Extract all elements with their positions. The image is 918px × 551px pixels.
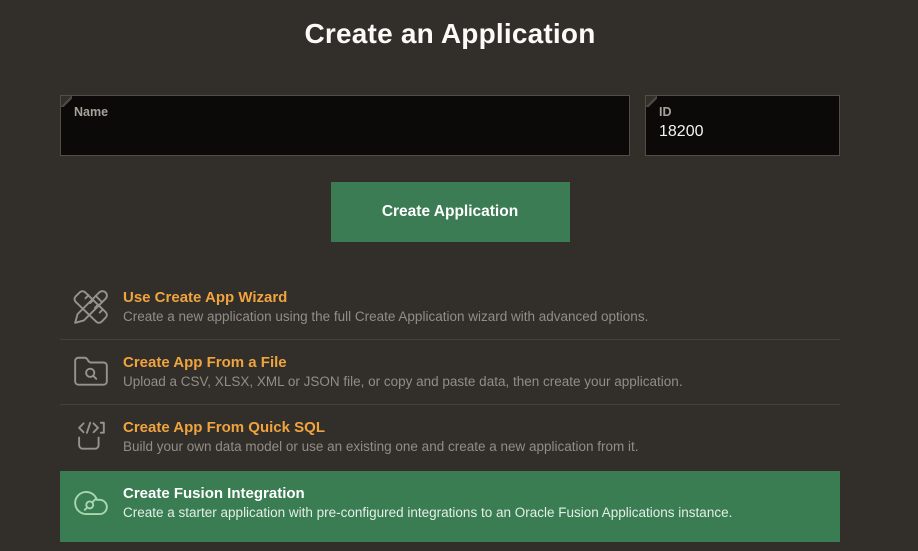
option-description: Upload a CSV, XLSX, XML or JSON file, or…	[123, 374, 683, 390]
option-create-app-from-file[interactable]: Create App From a File Upload a CSV, XLS…	[60, 339, 840, 404]
id-field[interactable]: ID	[645, 95, 840, 156]
field-corner-notch	[646, 96, 657, 107]
field-corner-notch	[61, 96, 72, 107]
option-text: Use Create App Wizard Create a new appli…	[123, 289, 648, 325]
create-application-dialog: Create an Application Name ID Create App…	[60, 16, 840, 542]
option-description: Build your own data model or use an exis…	[123, 439, 639, 455]
name-input[interactable]	[61, 120, 629, 141]
create-options-list: Use Create App Wizard Create a new appli…	[60, 275, 840, 542]
id-field-label: ID	[646, 96, 839, 120]
option-description: Create a starter application with pre-co…	[123, 505, 732, 521]
option-text: Create App From a File Upload a CSV, XLS…	[123, 354, 683, 390]
create-application-button[interactable]: Create Application	[331, 182, 570, 242]
code-brackets-icon	[72, 418, 110, 456]
form-fields-row: Name ID	[60, 95, 840, 156]
pencil-ruler-icon	[72, 288, 110, 326]
name-field-label: Name	[61, 96, 629, 120]
option-title: Create App From Quick SQL	[123, 419, 639, 436]
option-text: Create App From Quick SQL Build your own…	[123, 419, 639, 455]
page-title: Create an Application	[60, 16, 840, 52]
option-title: Use Create App Wizard	[123, 289, 648, 306]
option-create-app-from-quick-sql[interactable]: Create App From Quick SQL Build your own…	[60, 404, 840, 469]
folder-search-icon	[72, 353, 110, 391]
option-text: Create Fusion Integration Create a start…	[123, 485, 732, 521]
name-field[interactable]: Name	[60, 95, 630, 156]
option-title: Create App From a File	[123, 354, 683, 371]
option-use-create-app-wizard[interactable]: Use Create App Wizard Create a new appli…	[60, 275, 840, 339]
cloud-plug-icon	[72, 484, 110, 522]
option-description: Create a new application using the full …	[123, 309, 648, 325]
option-title: Create Fusion Integration	[123, 485, 732, 502]
option-create-fusion-integration[interactable]: Create Fusion Integration Create a start…	[60, 471, 840, 542]
id-input[interactable]	[646, 120, 839, 141]
